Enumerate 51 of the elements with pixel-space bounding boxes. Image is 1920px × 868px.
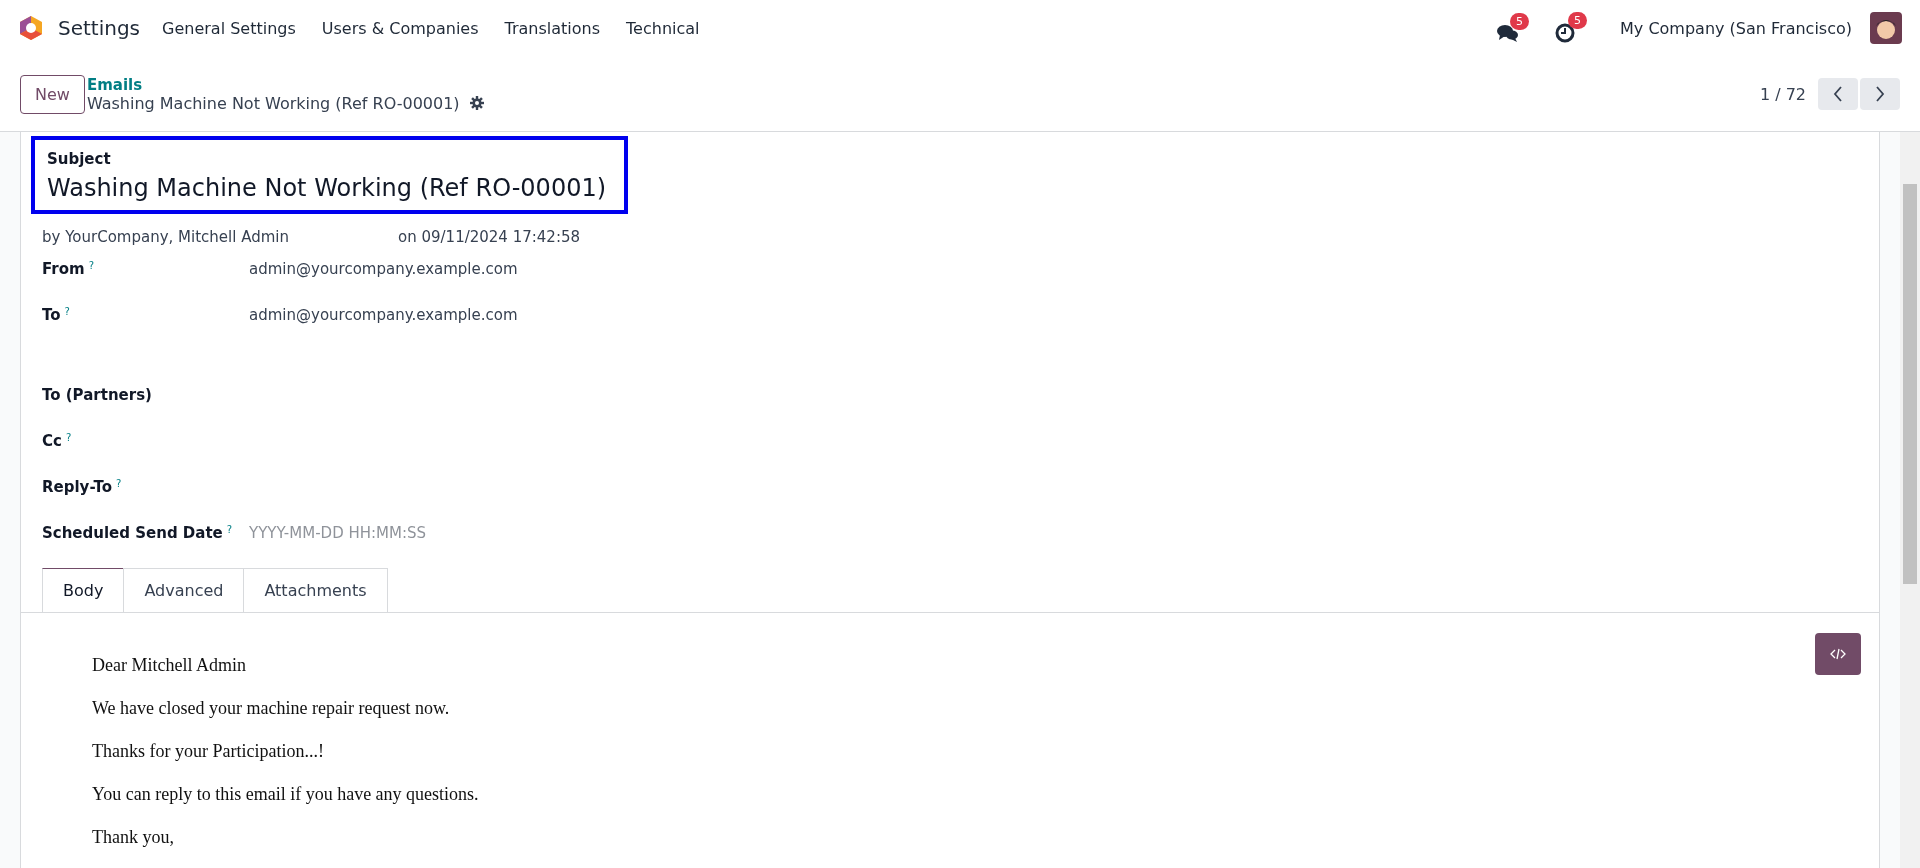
body-paragraph: Dear Mitchell Admin bbox=[92, 655, 247, 676]
menu-item[interactable]: Technical bbox=[626, 18, 700, 38]
help-tooltip[interactable]: ? bbox=[88, 260, 94, 278]
app-logo-icon[interactable] bbox=[18, 15, 44, 41]
field-label: Reply-To bbox=[42, 478, 112, 496]
menu-item[interactable]: General Settings bbox=[162, 18, 296, 38]
field-value[interactable]: admin@yourcompany.example.com bbox=[249, 306, 518, 324]
clock-icon bbox=[1554, 22, 1577, 44]
tab[interactable]: Attachments bbox=[243, 568, 388, 612]
notification-badge: 5 bbox=[1510, 13, 1530, 30]
help-tooltip[interactable]: ? bbox=[115, 478, 122, 496]
tab[interactable]: Body bbox=[42, 568, 125, 612]
chevron-right-icon bbox=[1875, 86, 1885, 102]
next-button[interactable] bbox=[1860, 78, 1900, 110]
date-text: on 09/11/2024 17:42:58 bbox=[398, 228, 581, 246]
record-title: Washing Machine Not Working (Ref RO-00001) bbox=[86, 93, 460, 113]
scrollbar-thumb[interactable] bbox=[1903, 184, 1917, 584]
field-label: Cc bbox=[42, 432, 62, 450]
field-value[interactable]: admin@yourcompany.example.com bbox=[249, 260, 518, 278]
field-label: To bbox=[42, 306, 61, 324]
field-label: Scheduled Send Date bbox=[42, 524, 223, 542]
app-title[interactable]: Settings bbox=[58, 16, 141, 40]
field-label: To (Partners) bbox=[42, 386, 152, 404]
help-tooltip[interactable]: ? bbox=[64, 306, 70, 324]
settings-icon[interactable] bbox=[469, 96, 484, 110]
help-tooltip[interactable]: ? bbox=[226, 524, 233, 542]
activities-button[interactable]: 5 bbox=[1554, 12, 1589, 44]
chat-bubbles-icon bbox=[1496, 23, 1521, 43]
new-button[interactable]: New bbox=[20, 74, 85, 114]
menu-item[interactable]: Users & Companies bbox=[321, 18, 479, 38]
avatar-icon[interactable] bbox=[1870, 12, 1902, 44]
code-icon bbox=[1830, 648, 1846, 660]
body-paragraph: You can reply to this email if you have any questions. bbox=[92, 784, 480, 805]
subject-value: Washing Machine Not Working (Ref RO-00001) bbox=[47, 174, 608, 202]
pager-value: 1 / 72 bbox=[1759, 84, 1806, 104]
company-switcher[interactable]: My Company (San Francisco) bbox=[1620, 18, 1852, 38]
menu-item[interactable]: Translations bbox=[504, 18, 601, 38]
breadcrumb-link[interactable]: Emails bbox=[86, 75, 484, 94]
code-view-button[interactable] bbox=[1815, 633, 1861, 675]
scrollbar[interactable] bbox=[1900, 132, 1920, 868]
chevron-left-icon bbox=[1833, 86, 1843, 102]
messages-button[interactable]: 5 bbox=[1496, 13, 1533, 43]
previous-button[interactable] bbox=[1818, 78, 1858, 110]
field-label: Subject bbox=[47, 150, 112, 168]
body-paragraph: Thanks for your Participation...! bbox=[92, 741, 325, 762]
help-tooltip[interactable]: ? bbox=[65, 432, 72, 450]
notification-badge: 5 bbox=[1568, 12, 1588, 29]
body-paragraph: We have closed your machine repair request now. bbox=[92, 698, 451, 719]
field-label: From bbox=[42, 260, 85, 278]
body-paragraph: Thank you, bbox=[92, 827, 175, 848]
author-text: by YourCompany, Mitchell Admin bbox=[42, 228, 290, 246]
